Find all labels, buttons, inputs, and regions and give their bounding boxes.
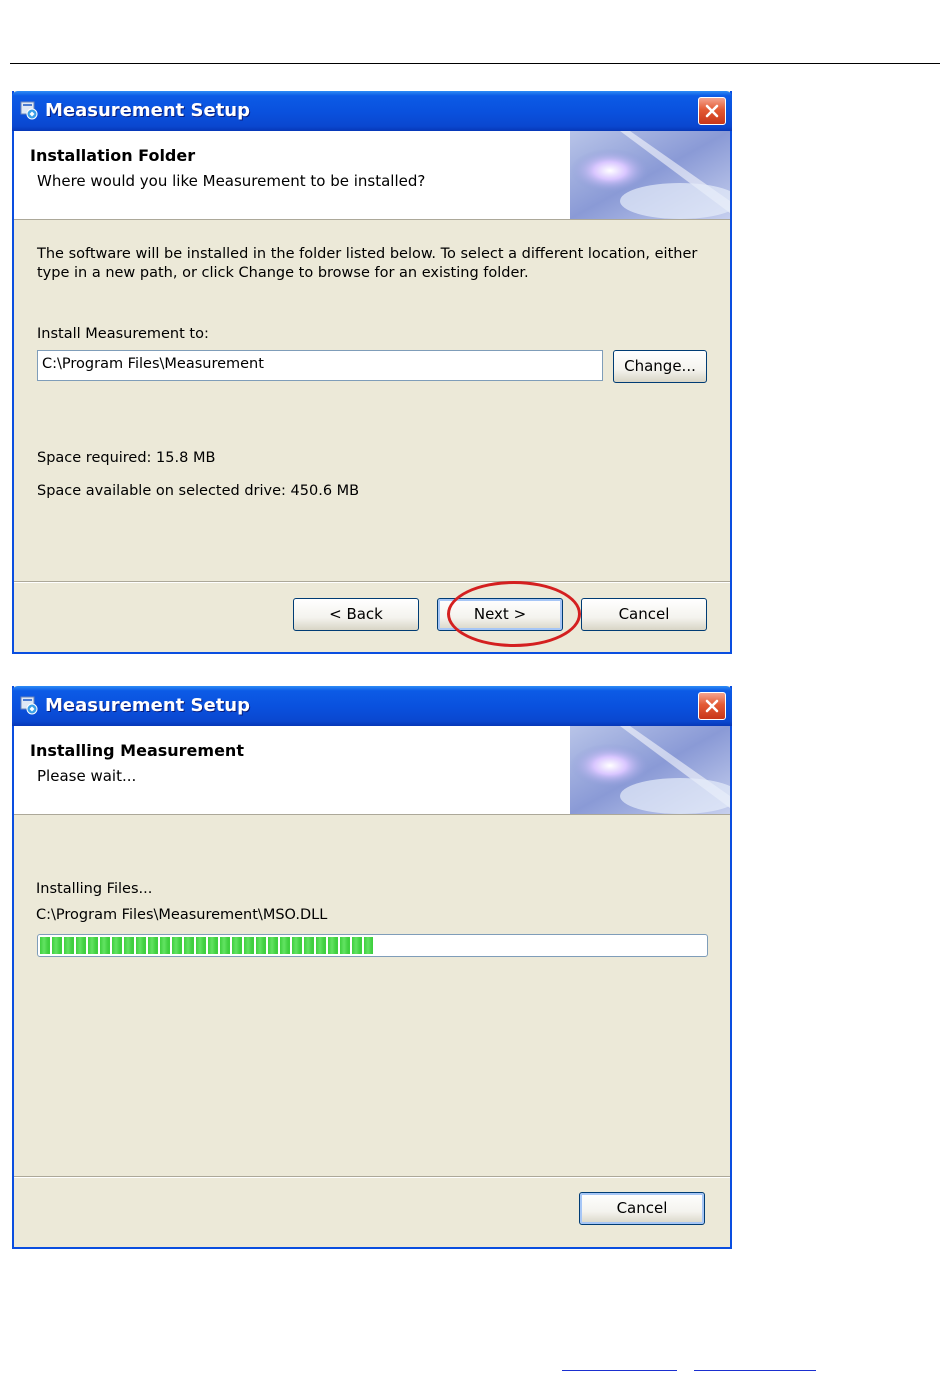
setup-window-installation-folder: Measurement Setup Installation Folder Wh… — [12, 91, 732, 654]
close-icon — [705, 104, 719, 118]
header-subtitle: Please wait... — [37, 767, 137, 785]
header-art — [570, 726, 730, 814]
cancel-button[interactable]: Cancel — [579, 1192, 705, 1225]
wizard-header: Installing Measurement Please wait... — [14, 726, 730, 815]
header-subtitle: Where would you like Measurement to be i… — [37, 172, 426, 190]
cancel-button[interactable]: Cancel — [581, 598, 707, 631]
footer-separator — [14, 1176, 730, 1178]
page-top-rule — [10, 63, 940, 64]
space-available-text: Space available on selected drive: 450.6… — [37, 483, 360, 499]
footer-link-1[interactable] — [562, 1356, 677, 1371]
setup-icon — [19, 100, 39, 120]
setup-window-installing: Measurement Setup Installing Measurement… — [12, 686, 732, 1249]
window-title: Measurement Setup — [45, 100, 251, 121]
close-icon — [705, 699, 719, 713]
header-title: Installation Folder — [30, 146, 196, 165]
header-title: Installing Measurement — [30, 741, 244, 760]
close-button[interactable] — [698, 692, 726, 720]
wizard-header: Installation Folder Where would you like… — [14, 131, 730, 220]
header-art — [570, 131, 730, 219]
description-text: The software will be installed in the fo… — [37, 246, 698, 281]
progress-bar — [37, 934, 708, 957]
setup-icon — [19, 695, 39, 715]
window-title: Measurement Setup — [45, 695, 251, 716]
annotation-circle — [447, 581, 581, 647]
install-label: Install Measurement to: — [37, 326, 209, 342]
current-file-text: C:\Program Files\Measurement\MSO.DLL — [36, 907, 328, 923]
footer-link-2[interactable] — [694, 1356, 816, 1371]
install-path-field[interactable]: C:\Program Files\Measurement — [37, 350, 603, 381]
back-button[interactable]: < Back — [293, 598, 419, 631]
status-label: Installing Files... — [36, 881, 153, 897]
change-button[interactable]: Change... — [613, 350, 707, 383]
space-required-text: Space required: 15.8 MB — [37, 450, 216, 466]
footer-separator — [14, 581, 730, 583]
close-button[interactable] — [698, 97, 726, 125]
progress-fill — [40, 937, 373, 954]
title-bar[interactable]: Measurement Setup — [12, 91, 732, 131]
title-bar[interactable]: Measurement Setup — [12, 686, 732, 726]
